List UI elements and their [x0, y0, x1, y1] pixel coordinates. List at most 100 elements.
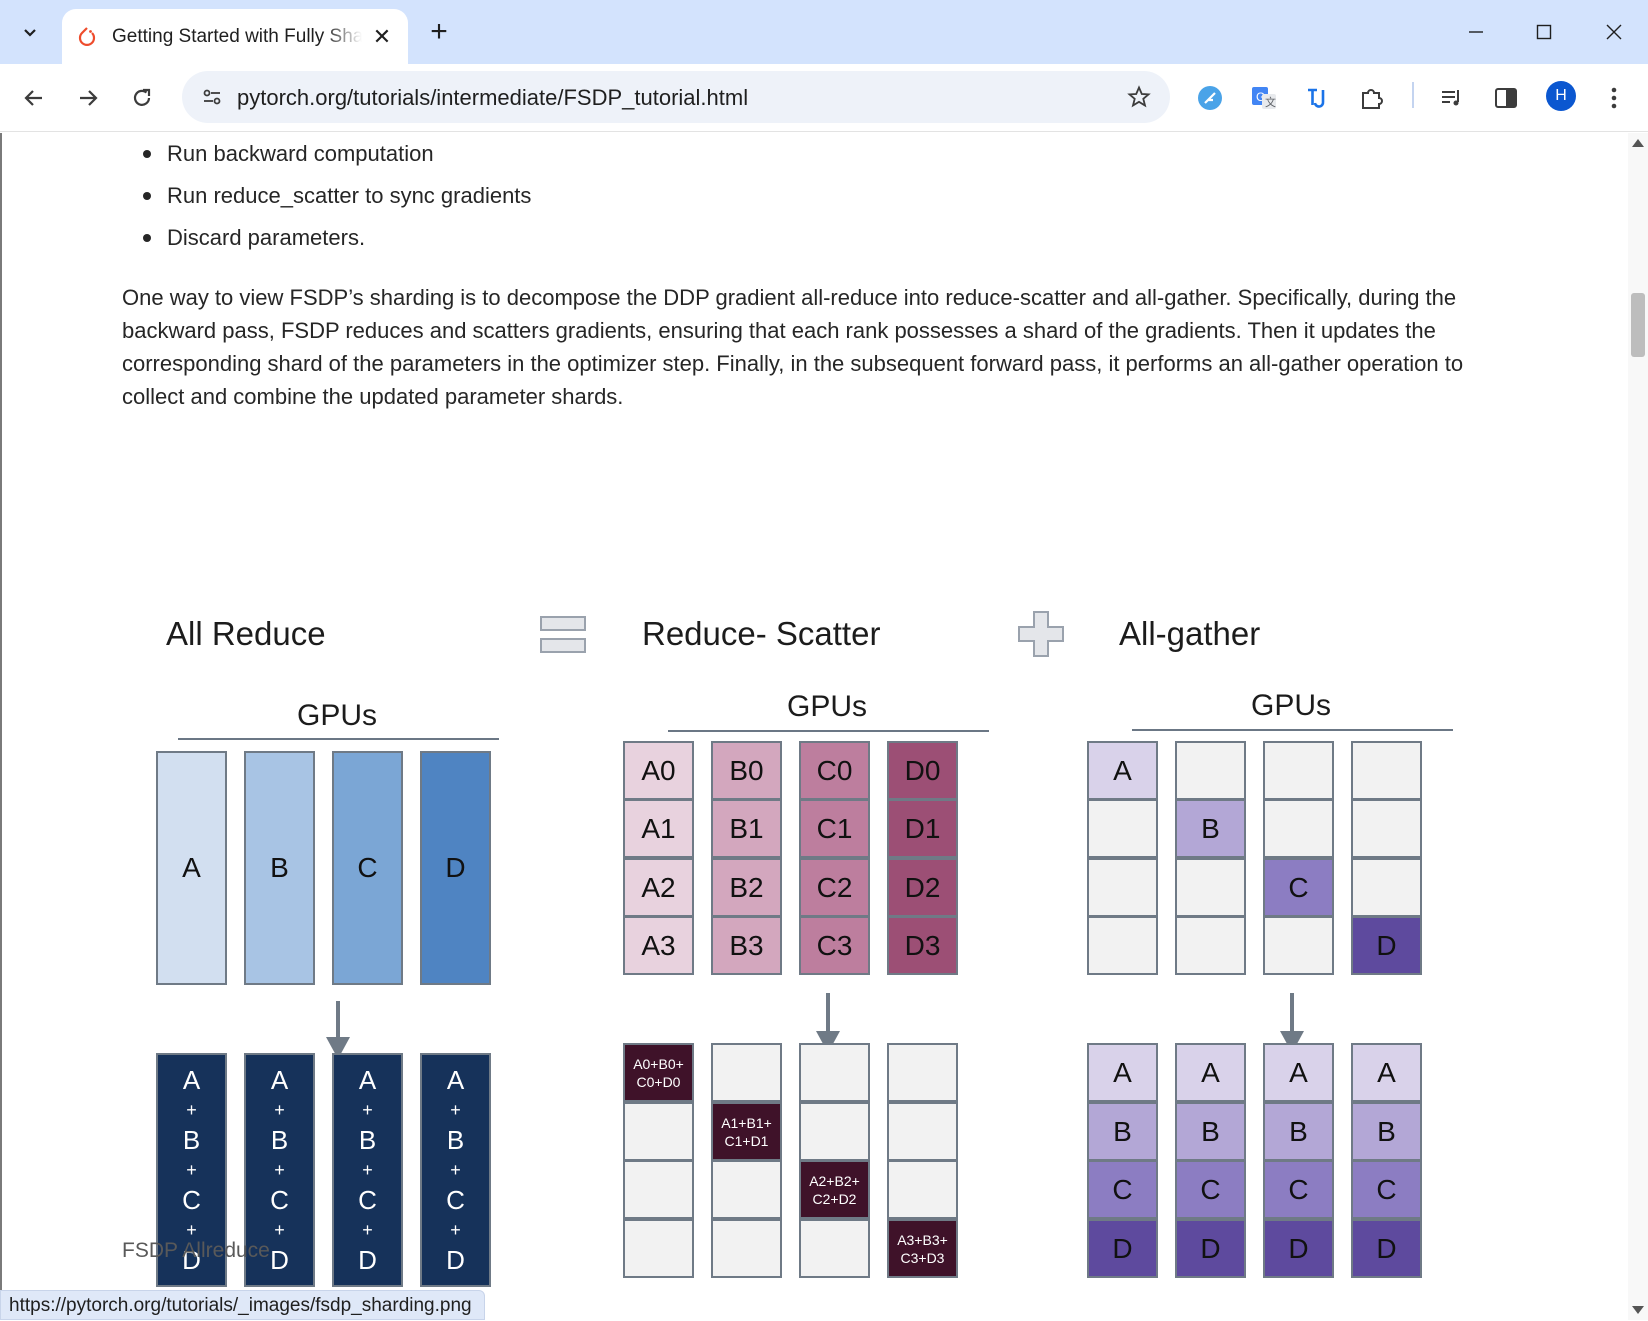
bookmark-star-icon[interactable]	[1122, 80, 1156, 114]
gathered-parameter-shard: B	[1175, 1102, 1246, 1161]
gathered-parameter-shard: D	[1175, 1219, 1246, 1278]
empty-shard	[1175, 858, 1246, 917]
list-item: Discard parameters.	[143, 217, 531, 259]
profile-avatar[interactable]: H	[1546, 81, 1576, 111]
tab-close-icon[interactable]: ✕	[370, 24, 394, 49]
new-tab-plus-icon[interactable]: +	[419, 14, 459, 50]
gradient-shard: D2	[887, 858, 958, 917]
media-controls-icon[interactable]	[1434, 80, 1470, 116]
gradient-shard: A1	[623, 799, 694, 858]
fsdp-sharding-figure[interactable]: All Reduce Reduce- Scatter All-gather GP…	[150, 453, 1500, 1320]
site-info-tune-icon[interactable]	[194, 79, 230, 115]
gradient-shard: A3	[623, 916, 694, 975]
parameter-shard: C	[1263, 858, 1334, 917]
gathered-parameter-shard: C	[1087, 1160, 1158, 1219]
close-window-icon[interactable]	[1586, 10, 1642, 54]
forward-arrow-icon[interactable]	[70, 80, 106, 116]
gpu-buffer: D	[420, 751, 491, 985]
gathered-parameter-shard: C	[1351, 1160, 1422, 1219]
list-item: Run reduce_scatter to sync gradients	[143, 175, 531, 217]
sum-glyph: D	[446, 1245, 465, 1275]
sum-glyph: A	[358, 1065, 377, 1095]
address-bar[interactable]: pytorch.org/tutorials/intermediate/FSDP_…	[182, 71, 1170, 123]
url-text[interactable]: pytorch.org/tutorials/intermediate/FSDP_…	[237, 85, 748, 111]
gpu-reduced-buffer: A + B + C + D	[420, 1053, 491, 1287]
pytorch-favicon-icon	[78, 26, 96, 46]
scattered-sum-shard: A0+B0+ C0+D0	[623, 1043, 694, 1102]
sum-glyph: A	[270, 1065, 289, 1095]
gpu-buffer: C	[332, 751, 403, 985]
gradient-shard: A0	[623, 741, 694, 800]
reload-icon[interactable]	[124, 80, 160, 116]
tab-search-chevron-down-icon[interactable]	[10, 14, 50, 50]
scroll-down-arrow-icon[interactable]	[1632, 1306, 1644, 1314]
all-reduce-title: All Reduce	[166, 615, 326, 652]
gpus-underline	[668, 730, 989, 732]
gathered-parameter-shard: B	[1351, 1102, 1422, 1161]
parameter-shard: D	[1351, 916, 1422, 975]
browser-toolbar: pytorch.org/tutorials/intermediate/FSDP_…	[0, 64, 1648, 132]
gradient-shard: B3	[711, 916, 782, 975]
empty-shard	[887, 1043, 958, 1102]
sum-glyph: A	[182, 1065, 201, 1095]
sum-label: A3+B3+	[897, 1231, 948, 1248]
reduced-sum-label: A + B + C + D	[422, 1055, 489, 1285]
empty-shard	[1351, 741, 1422, 800]
gradient-shard: B1	[711, 799, 782, 858]
sum-glyph: +	[186, 1160, 197, 1180]
sum-glyph: +	[274, 1100, 285, 1120]
empty-shard	[623, 1219, 694, 1278]
extension-feather-icon[interactable]	[1192, 80, 1228, 116]
empty-shard	[887, 1160, 958, 1219]
menu-kebab-icon[interactable]	[1596, 80, 1632, 116]
sum-glyph: B	[182, 1125, 201, 1155]
step-list: Run backward computation Run reduce_scat…	[143, 133, 531, 259]
gathered-parameter-shard: C	[1175, 1160, 1246, 1219]
scroll-up-arrow-icon[interactable]	[1632, 139, 1644, 147]
empty-shard	[887, 1102, 958, 1161]
back-arrow-icon[interactable]	[16, 80, 52, 116]
gradient-shard: A2	[623, 858, 694, 917]
sum-glyph: C	[270, 1185, 289, 1215]
sum-glyph: +	[450, 1220, 461, 1240]
sum-glyph: +	[362, 1160, 373, 1180]
sum-glyph: B	[446, 1125, 465, 1155]
gathered-parameter-shard: B	[1087, 1102, 1158, 1161]
gradient-shard: C3	[799, 916, 870, 975]
svg-text:文: 文	[1265, 95, 1276, 109]
gathered-parameter-shard: D	[1263, 1219, 1334, 1278]
side-panel-icon[interactable]	[1488, 80, 1524, 116]
sum-label: C0+D0	[636, 1073, 681, 1090]
parameter-shard: B	[1175, 799, 1246, 858]
sum-glyph: +	[274, 1160, 285, 1180]
sum-label: A1+B1+	[721, 1114, 772, 1131]
scroll-thumb[interactable]	[1631, 293, 1645, 357]
vertical-scrollbar[interactable]	[1628, 133, 1648, 1320]
sum-label: C1+D1	[724, 1132, 769, 1149]
gpu-reduced-buffer: A + B + C + D	[332, 1053, 403, 1287]
gpu-buffer: A	[156, 751, 227, 985]
parameter-shard: A	[1087, 741, 1158, 800]
active-tab[interactable]: Getting Started with Fully Sharded Data …	[62, 9, 408, 64]
list-item: Run backward computation	[143, 133, 531, 175]
gradient-shard: D0	[887, 741, 958, 800]
extension-tj-icon[interactable]	[1300, 80, 1336, 116]
scattered-sum-shard: A2+B2+ C2+D2	[799, 1160, 870, 1219]
empty-shard	[1263, 741, 1334, 800]
empty-shard	[711, 1160, 782, 1219]
empty-shard	[799, 1219, 870, 1278]
empty-shard	[1263, 799, 1334, 858]
empty-shard	[1087, 858, 1158, 917]
maximize-icon[interactable]	[1516, 10, 1572, 54]
gradient-shard: B2	[711, 858, 782, 917]
figure-caption: FSDP Allreduce	[122, 1239, 270, 1262]
empty-shard	[1087, 799, 1158, 858]
reduce-scatter-title: Reduce- Scatter	[642, 615, 881, 652]
google-translate-icon[interactable]: G文	[1246, 80, 1282, 116]
down-arrow-icon	[1280, 993, 1304, 1053]
page-left-edge	[0, 133, 2, 1320]
sum-glyph: D	[358, 1245, 377, 1275]
extensions-puzzle-icon[interactable]	[1354, 80, 1390, 116]
minimize-icon[interactable]	[1448, 10, 1504, 54]
empty-shard	[623, 1102, 694, 1161]
